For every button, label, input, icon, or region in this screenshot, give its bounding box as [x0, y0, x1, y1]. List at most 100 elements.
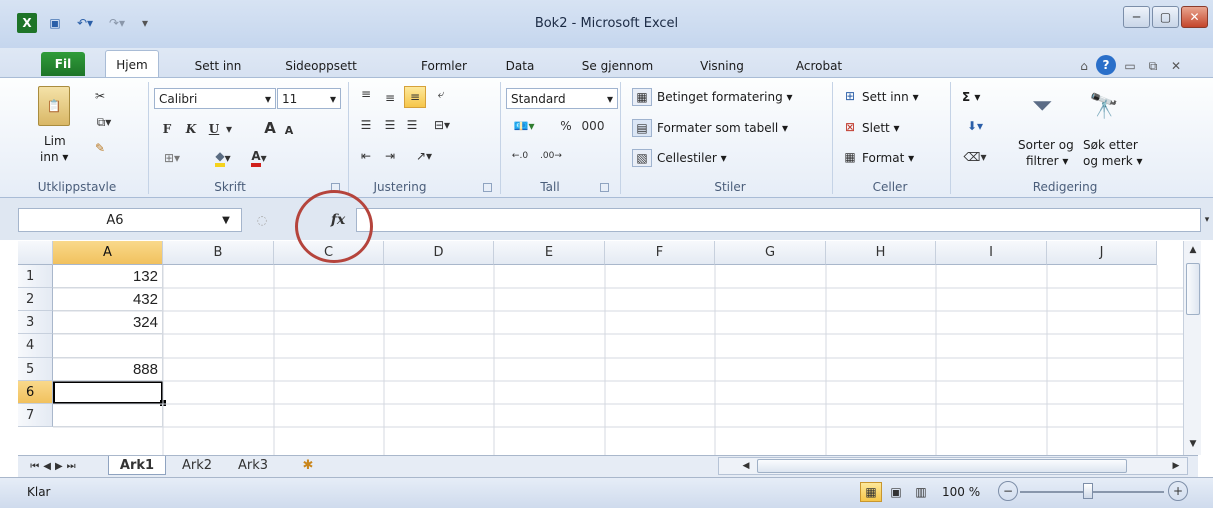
sort-filter-icon[interactable]: ⏷ [1022, 86, 1062, 126]
sort-filter-dropdown[interactable]: filtrer ▾ [1026, 154, 1068, 168]
format-cells-icon[interactable]: ▦ [842, 149, 858, 165]
doc-close-icon[interactable]: ✕ [1168, 56, 1184, 76]
tab-fil[interactable]: Fil [41, 52, 85, 76]
sheet-navigation-icon[interactable]: ⏮◀▶⏭ [20, 458, 90, 474]
window-title: Bok2 - Microsoft Excel [534, 16, 679, 31]
format-as-table-icon[interactable]: ▤ [632, 119, 652, 137]
decrease-indent-icon[interactable]: ⇤ [358, 148, 374, 164]
borders-icon[interactable]: ⊞▾ [160, 150, 184, 166]
cell-styles-icon[interactable]: ▧ [632, 149, 652, 167]
tab-sett-inn[interactable]: Sett inn [186, 56, 250, 76]
tab-data[interactable]: Data [500, 56, 540, 76]
scroll-right-icon[interactable]: ▶ [1169, 459, 1183, 473]
conditional-formatting-icon[interactable]: ▦ [632, 88, 652, 106]
currency-icon[interactable]: 💶▾ [508, 118, 540, 134]
delete-cells-icon[interactable]: ⊠ [842, 119, 858, 135]
page-layout-view-icon[interactable]: ▣ [885, 482, 907, 502]
chevron-down-icon[interactable]: ▼ [211, 215, 241, 226]
sort-filter-label[interactable]: Sorter og [1018, 138, 1074, 152]
tab-acrobat[interactable]: Acrobat [789, 56, 849, 76]
format-painter-icon[interactable]: ✎ [92, 140, 108, 156]
clear-icon[interactable]: ⌫▾ [962, 148, 988, 166]
underline-button[interactable]: U [207, 121, 221, 137]
autosum-button[interactable]: Σ ▾ [962, 90, 980, 104]
tab-formler[interactable]: Formler [416, 56, 472, 76]
cell-styles-button[interactable]: Cellestiler ▾ [657, 151, 727, 165]
font-name-select[interactable]: Calibri ▾ [154, 88, 276, 109]
cut-icon[interactable]: ✂ [92, 88, 108, 104]
paste-dropdown[interactable]: inn ▾ [40, 150, 68, 164]
normal-view-icon[interactable]: ▦ [860, 482, 882, 502]
find-select-dropdown[interactable]: og merk ▾ [1083, 154, 1143, 168]
align-bottom-icon[interactable]: ≡ [404, 86, 426, 108]
alignment-dialog-launcher-icon[interactable] [483, 183, 492, 192]
horizontal-scroll-thumb[interactable] [757, 459, 1127, 473]
sheet-tab-ark2[interactable]: Ark2 [172, 456, 222, 475]
format-cells-button[interactable]: Format ▾ [862, 151, 914, 165]
wrap-text-icon[interactable]: ⤶ [432, 86, 450, 102]
paste-label[interactable]: Lim [44, 134, 66, 148]
number-dialog-launcher-icon[interactable] [600, 183, 609, 192]
align-center-icon[interactable]: ☰ [382, 117, 398, 133]
collapse-ribbon-icon[interactable]: ⌂ [1076, 56, 1092, 76]
increase-indent-icon[interactable]: ⇥ [382, 148, 398, 164]
conditional-formatting-button[interactable]: Betinget formatering ▾ [657, 90, 793, 104]
insert-cells-icon[interactable]: ⊞ [842, 88, 858, 104]
format-as-table-button[interactable]: Formater som tabell ▾ [657, 121, 788, 135]
name-box[interactable]: A6 ▼ [18, 208, 242, 232]
formula-input[interactable] [356, 208, 1201, 232]
fill-icon[interactable]: ⬇▾ [962, 117, 988, 135]
sheet-tab-ark1[interactable]: Ark1 [108, 456, 166, 475]
tab-se-gjennom[interactable]: Se gjennom [575, 56, 660, 76]
fill-color-icon[interactable]: ◆ ▾ [207, 148, 239, 168]
delete-cells-button[interactable]: Slett ▾ [862, 121, 900, 135]
tab-sideoppsett[interactable]: Sideoppsett [277, 56, 365, 76]
vertical-scrollbar[interactable]: ▲ ▼ [1183, 241, 1201, 455]
font-size-select[interactable]: 11 ▾ [277, 88, 341, 109]
underline-dropdown-icon[interactable]: ▾ [224, 121, 234, 137]
thousands-separator-button[interactable]: 000 [580, 118, 606, 134]
new-sheet-icon[interactable]: ✱ [296, 456, 320, 475]
paste-icon[interactable]: 📋 [38, 86, 70, 126]
zoom-slider-thumb[interactable] [1083, 483, 1093, 499]
orientation-icon[interactable]: ↗▾ [410, 148, 438, 164]
scroll-up-icon[interactable]: ▲ [1186, 243, 1200, 257]
zoom-level-label[interactable]: 100 % [942, 485, 980, 499]
group-label-clipboard: Utklippstavle [37, 180, 117, 194]
align-middle-icon[interactable]: ≡ [382, 90, 398, 106]
number-format-select[interactable]: Standard ▾ [506, 88, 618, 109]
horizontal-scrollbar[interactable]: ◀ ▶ [718, 457, 1188, 475]
tab-visning[interactable]: Visning [692, 56, 752, 76]
percent-button[interactable]: % [556, 118, 576, 134]
merge-center-icon[interactable]: ⊟▾ [428, 117, 456, 133]
decrease-decimal-icon[interactable]: .00→ [538, 148, 564, 164]
increase-decimal-icon[interactable]: ←.0 [508, 148, 532, 164]
help-icon[interactable]: ? [1096, 55, 1116, 75]
tab-hjem[interactable]: Hjem [105, 50, 159, 78]
expand-formula-bar-icon[interactable]: ▾ [1201, 208, 1213, 232]
find-select-icon[interactable]: 🔭 [1084, 86, 1124, 126]
font-color-icon[interactable]: A ▾ [243, 148, 275, 168]
align-right-icon[interactable]: ☰ [404, 117, 420, 133]
scroll-down-icon[interactable]: ▼ [1186, 437, 1200, 451]
sheet-tab-ark3[interactable]: Ark3 [228, 456, 278, 475]
close-button[interactable]: ✕ [1181, 6, 1208, 28]
page-break-view-icon[interactable]: ▥ [910, 482, 932, 502]
insert-cells-button[interactable]: Sett inn ▾ [862, 90, 919, 104]
doc-restore-icon[interactable]: ⧉ [1145, 56, 1161, 76]
minimize-button[interactable]: ─ [1123, 6, 1150, 28]
grow-font-button[interactable]: A [263, 119, 277, 137]
scroll-thumb[interactable] [1186, 263, 1200, 315]
zoom-out-icon[interactable]: − [998, 481, 1018, 501]
find-select-label[interactable]: Søk etter [1083, 138, 1138, 152]
bold-button[interactable]: F [160, 121, 174, 137]
shrink-font-button[interactable]: A [283, 123, 295, 137]
copy-icon[interactable]: ⧉▾ [92, 114, 116, 130]
doc-minimize-icon[interactable]: ▭ [1122, 56, 1138, 76]
zoom-in-icon[interactable]: + [1168, 481, 1188, 501]
maximize-button[interactable]: ▢ [1152, 6, 1179, 28]
align-top-icon[interactable]: ≡ [358, 86, 374, 102]
scroll-left-icon[interactable]: ◀ [739, 459, 753, 473]
align-left-icon[interactable]: ☰ [358, 117, 374, 133]
italic-button[interactable]: K [184, 121, 198, 137]
